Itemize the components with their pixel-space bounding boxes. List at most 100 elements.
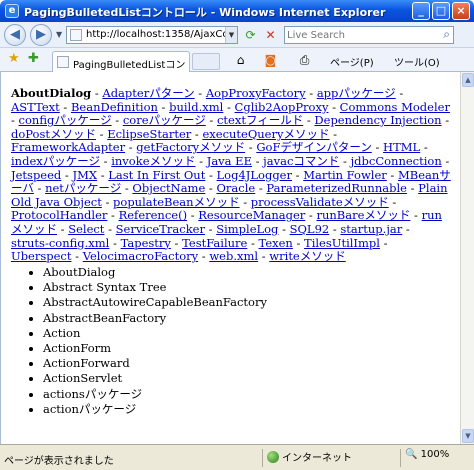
page-link[interactable]: Dependency Injection xyxy=(314,113,441,127)
current-page-link: AboutDialog xyxy=(11,86,92,100)
page-link[interactable]: Jetspeed xyxy=(11,168,61,182)
page-link[interactable]: BeanDefinition xyxy=(71,100,158,114)
page-link[interactable]: Cglib2AopProxy xyxy=(235,100,329,114)
page-link[interactable]: EclipseStarter xyxy=(107,127,191,141)
list-item: ActionServlet xyxy=(43,371,267,386)
page-link[interactable]: VelocimacroFactory xyxy=(83,249,198,263)
page-link[interactable]: Texen xyxy=(259,236,293,250)
zoom-level[interactable]: 🔍 100% xyxy=(400,449,449,467)
page-icon xyxy=(70,29,82,41)
page-link[interactable]: appパッケージ xyxy=(317,86,396,100)
page-link[interactable]: Java EE xyxy=(207,154,252,168)
page-link[interactable]: invokeメソッド xyxy=(111,154,195,168)
page-link[interactable]: Log4JLogger xyxy=(217,168,292,182)
page-link[interactable]: FrameworkAdapter xyxy=(11,140,125,155)
page-link[interactable]: TilesUtilImpl xyxy=(304,236,380,250)
page-link[interactable]: jdbcConnection xyxy=(351,154,442,168)
tab-page-icon xyxy=(57,56,69,68)
page-link[interactable]: coreパッケージ xyxy=(123,113,206,127)
list-item: ActionForm xyxy=(43,341,267,356)
page-link[interactable]: netパッケージ xyxy=(45,181,121,195)
page-link[interactable]: Adapterパターン xyxy=(102,86,194,100)
print-icon[interactable]: ⎙ xyxy=(296,52,313,69)
tab-current[interactable]: PagingBulletedListコントロール xyxy=(52,51,190,72)
search-box[interactable]: ⌕ xyxy=(284,26,454,44)
title-bar: e PagingBulletedListコントロール - Windows Int… xyxy=(0,0,474,22)
list-item: AboutDialog xyxy=(43,265,267,280)
page-link[interactable]: HTML xyxy=(383,140,420,155)
page-link[interactable]: ProtocolHandler xyxy=(11,208,107,223)
page-menu[interactable]: ページ(P) xyxy=(330,54,374,69)
page-link[interactable]: processValidateメソッド xyxy=(251,195,389,209)
page-link[interactable]: doPostメソッド xyxy=(11,127,96,141)
address-bar[interactable]: http://localhost:1358/AjaxControlT ▼ xyxy=(66,26,238,44)
page-link[interactable]: ParameterizedRunnable xyxy=(266,181,407,195)
list-item: actionsパッケージ xyxy=(43,387,267,402)
back-button[interactable]: ◀ xyxy=(4,24,26,46)
page-link[interactable]: Tapestry xyxy=(121,236,171,250)
close-button[interactable]: × xyxy=(452,2,470,20)
page-link[interactable]: Martin Fowler xyxy=(303,168,387,182)
page-link[interactable]: Last In First Out xyxy=(108,168,205,182)
history-dropdown-icon[interactable]: ▼ xyxy=(56,30,62,39)
page-link[interactable]: getFactoryメソッド xyxy=(136,140,245,155)
feeds-icon[interactable]: ◙ xyxy=(262,52,279,69)
minimize-button[interactable]: _ xyxy=(412,2,430,20)
zoom-label: 100% xyxy=(420,449,450,460)
page-link[interactable]: ObjectName xyxy=(132,181,205,195)
page-link[interactable]: ResourceManager xyxy=(198,208,305,223)
refresh-icon[interactable]: ⟳ xyxy=(242,27,259,44)
page-link[interactable]: TestFailure xyxy=(182,236,247,250)
vertical-scrollbar[interactable]: ▲ ▼ xyxy=(460,72,474,444)
globe-icon xyxy=(267,451,279,463)
status-bar: ページが表示されました インターネット 🔍 100% xyxy=(0,444,474,470)
page-link[interactable]: GoFデザインパターン xyxy=(256,140,372,155)
page-link[interactable]: ctextフィールド xyxy=(217,113,303,127)
page-link[interactable]: executeQueryメソッド xyxy=(202,127,329,141)
list-item: actionパッケージ xyxy=(43,402,267,417)
ie-logo-icon: e xyxy=(5,4,19,18)
page-content: AboutDialog - Adapterパターン - AopProxyFact… xyxy=(0,72,460,444)
scroll-down-icon[interactable]: ▼ xyxy=(462,429,474,443)
command-bar: ★ ✚ PagingBulletedListコントロール ⌂ ◙ ⎙ ページ(P… xyxy=(0,48,474,72)
bulleted-list: AboutDialogAbstract Syntax TreeAbstractA… xyxy=(23,265,267,417)
page-link[interactable]: javacコマンド xyxy=(263,154,339,168)
page-link[interactable]: startup.jar xyxy=(340,222,402,236)
stop-icon[interactable]: ✕ xyxy=(262,27,279,44)
window-title: PagingBulletedListコントロール - Windows Inter… xyxy=(24,6,386,19)
page-link[interactable]: Oracle xyxy=(216,181,255,195)
page-link[interactable]: ServiceTracker xyxy=(116,222,205,236)
scroll-up-icon[interactable]: ▲ xyxy=(462,73,474,87)
tab-label: PagingBulletedListコントロール xyxy=(73,60,187,71)
page-link[interactable]: Commons Modeler xyxy=(340,100,450,114)
tools-menu[interactable]: ツール(O) xyxy=(394,54,440,69)
page-link[interactable]: SQL92 xyxy=(290,222,330,236)
page-link[interactable]: build.xml xyxy=(169,100,223,114)
page-link[interactable]: configパッケージ xyxy=(19,113,112,127)
page-link[interactable]: AopProxyFactory xyxy=(206,86,306,100)
forward-button[interactable]: ▶ xyxy=(30,24,52,46)
home-icon[interactable]: ⌂ xyxy=(232,52,249,69)
search-input[interactable] xyxy=(287,28,427,42)
page-link[interactable]: JMX xyxy=(72,168,97,182)
page-link[interactable]: ASTText xyxy=(11,100,60,114)
address-url[interactable]: http://localhost:1358/AjaxControlT xyxy=(86,29,226,40)
add-favorites-icon[interactable]: ✚ xyxy=(28,51,39,66)
page-link[interactable]: Reference() xyxy=(119,208,187,223)
search-icon[interactable]: ⌕ xyxy=(443,27,450,42)
list-item: ActionForward xyxy=(43,356,267,371)
maximize-button[interactable]: □ xyxy=(432,2,450,20)
favorites-star-icon[interactable]: ★ xyxy=(8,51,20,66)
page-link[interactable]: Select xyxy=(68,222,104,236)
page-link[interactable]: Uberspect xyxy=(11,249,72,263)
page-link[interactable]: web.xml xyxy=(209,249,258,263)
new-tab-button[interactable] xyxy=(192,53,220,70)
page-link[interactable]: SimpleLog xyxy=(216,222,278,236)
page-link[interactable]: writeメソッド xyxy=(269,249,345,263)
navigation-bar: ◀ ▶ ▼ http://localhost:1358/AjaxControlT… xyxy=(0,22,474,48)
page-link[interactable]: populateBeanメソッド xyxy=(113,195,240,209)
page-link[interactable]: runBareメソッド xyxy=(316,208,410,223)
page-link[interactable]: struts-config.xml xyxy=(11,236,109,250)
page-link[interactable]: indexパッケージ xyxy=(11,154,100,168)
address-dropdown-icon[interactable]: ▼ xyxy=(225,27,237,43)
